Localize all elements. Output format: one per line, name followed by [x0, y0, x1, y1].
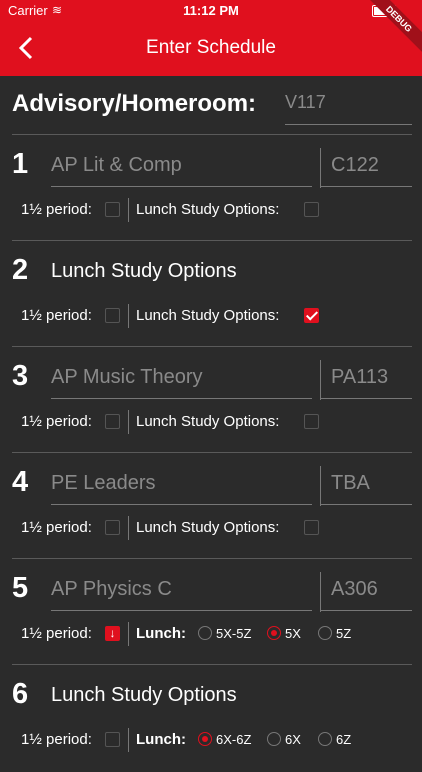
half-period-label: 1½ period: — [21, 201, 92, 218]
period-options: 1½ period: ↓ Lunch: 5X-5Z 5X 5Z — [0, 622, 422, 646]
class-name-field[interactable]: AP Music Theory — [51, 366, 203, 389]
divider — [12, 134, 412, 135]
lunch-radio-6x[interactable] — [267, 732, 281, 746]
room-underline — [320, 186, 412, 187]
divider — [12, 452, 412, 453]
lunch-study-label: Lunch Study Options: — [136, 413, 280, 430]
divider — [12, 558, 412, 559]
period-number: 6 — [12, 678, 29, 710]
lunch-option-label: 6X-6Z — [216, 732, 252, 747]
class-name-underline — [51, 504, 312, 505]
lunch-label: Lunch: — [136, 625, 186, 642]
period-row: 2 Lunch Study Options 1½ period: Lunch Stud… — [0, 242, 422, 348]
options-separator — [128, 622, 129, 646]
advisory-label: Advisory/Homeroom: — [12, 90, 257, 117]
period-number: 3 — [12, 360, 29, 392]
advisory-row: Advisory/Homeroom: V117 — [0, 76, 422, 136]
period-row: 4 PE Leaders TBA 1½ period: Lunch Study Opti… — [0, 454, 422, 560]
class-name-underline — [51, 610, 312, 611]
page-title: Enter Schedule — [146, 37, 276, 58]
field-separator — [320, 148, 321, 188]
lunch-option-label: 5X-5Z — [216, 626, 252, 641]
period-number: 5 — [12, 572, 29, 604]
divider — [12, 346, 412, 347]
lunch-radio-5z[interactable] — [318, 626, 332, 640]
class-name-field[interactable]: PE Leaders — [51, 472, 156, 495]
half-period-label: 1½ period: — [21, 413, 92, 430]
lunch-study-label: Lunch Study Options: — [136, 519, 280, 536]
class-name-field[interactable]: Lunch Study Options — [51, 684, 237, 707]
period-options: 1½ period: Lunch Study Options: — [0, 304, 422, 328]
advisory-field[interactable]: V117 — [285, 92, 326, 113]
lunch-study-label: Lunch Study Options: — [136, 307, 280, 324]
lunch-study-checkbox[interactable] — [304, 308, 319, 323]
lunch-option-label: 5Z — [336, 626, 352, 641]
room-field[interactable]: PA113 — [331, 366, 388, 389]
half-period-label: 1½ period: — [21, 307, 92, 324]
options-separator — [128, 516, 129, 540]
period-options: 1½ period: Lunch: 6X-6Z 6X 6Z — [0, 728, 422, 752]
advisory-underline — [285, 124, 412, 125]
lunch-study-checkbox[interactable] — [304, 202, 319, 217]
half-period-checkbox[interactable] — [105, 308, 120, 323]
room-underline — [320, 504, 412, 505]
period-options: 1½ period: Lunch Study Options: — [0, 516, 422, 540]
debug-banner: DEBUG — [362, 0, 422, 60]
lunch-option-label: 5X — [285, 626, 301, 641]
lunch-radio-5x[interactable] — [267, 626, 281, 640]
class-name-underline — [51, 398, 312, 399]
room-underline — [320, 610, 412, 611]
lunch-study-checkbox[interactable] — [304, 414, 319, 429]
lunch-radio-6z[interactable] — [318, 732, 332, 746]
half-period-label: 1½ period: — [21, 519, 92, 536]
class-name-field[interactable]: AP Physics C — [51, 578, 172, 601]
lunch-option-label: 6X — [285, 732, 301, 747]
room-field[interactable]: C122 — [331, 154, 379, 177]
half-period-checkbox[interactable] — [105, 520, 120, 535]
field-separator — [320, 360, 321, 400]
lunch-label: Lunch: — [136, 731, 186, 748]
period-number: 1 — [12, 148, 29, 180]
room-field[interactable]: TBA — [331, 472, 370, 495]
field-separator — [320, 572, 321, 612]
period-row: 6 Lunch Study Options 1½ period: Lunch: 6X-6… — [0, 666, 422, 772]
lunch-radio-5x-5z[interactable] — [198, 626, 212, 640]
period-row: 5 AP Physics C A306 1½ period: ↓ Lunch: 5X-5Z 5… — [0, 560, 422, 666]
lunch-radio-6x-6z[interactable] — [198, 732, 212, 746]
options-separator — [128, 728, 129, 752]
room-underline — [320, 398, 412, 399]
period-number: 4 — [12, 466, 29, 498]
clock: 11:12 PM — [183, 3, 239, 18]
period-row: 3 AP Music Theory PA113 1½ period: Lunch Stu… — [0, 348, 422, 454]
class-name-underline — [51, 186, 312, 187]
half-period-checkbox[interactable] — [105, 732, 120, 747]
nav-bar: Enter Schedule — [0, 22, 422, 76]
status-bar: Carrier ≋ 11:12 PM — [0, 0, 422, 22]
period-number: 2 — [12, 254, 29, 286]
half-period-checkbox[interactable] — [105, 202, 120, 217]
half-period-checkbox[interactable] — [105, 414, 120, 429]
options-separator — [128, 198, 129, 222]
lunch-study-checkbox[interactable] — [304, 520, 319, 535]
lunch-study-label: Lunch Study Options: — [136, 201, 280, 218]
options-separator — [128, 410, 129, 434]
period-row: 1 AP Lit & Comp C122 1½ period: Lunch Study … — [0, 136, 422, 242]
options-separator — [128, 304, 129, 328]
half-period-label: 1½ period: — [21, 731, 92, 748]
half-period-label: 1½ period: — [21, 625, 92, 642]
period-options: 1½ period: Lunch Study Options: — [0, 410, 422, 434]
half-period-checkbox[interactable]: ↓ — [105, 626, 120, 641]
period-options: 1½ period: Lunch Study Options: — [0, 198, 422, 222]
field-separator — [320, 466, 321, 506]
class-name-field[interactable]: Lunch Study Options — [51, 260, 237, 283]
debug-label: DEBUG — [362, 0, 422, 56]
room-field[interactable]: A306 — [331, 578, 378, 601]
lunch-option-label: 6Z — [336, 732, 352, 747]
divider — [12, 664, 412, 665]
class-name-field[interactable]: AP Lit & Comp — [51, 154, 182, 177]
divider — [12, 240, 412, 241]
